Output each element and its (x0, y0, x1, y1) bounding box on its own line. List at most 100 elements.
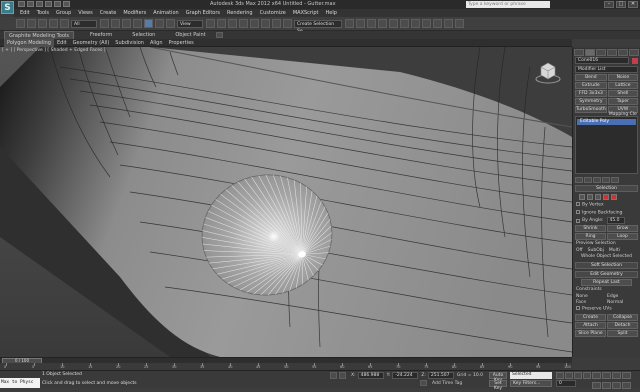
by-angle-checkbox[interactable]: By Angle: 45.0 (576, 217, 637, 224)
edit-geometry-rollout[interactable]: Edit Geometry (575, 271, 638, 278)
modifier-list-dropdown[interactable]: Modifier List (575, 66, 638, 73)
perspective-viewport[interactable]: [ + ] [ Perspective ] [ Shaded + Edged F… (0, 47, 572, 357)
play-icon[interactable] (574, 372, 582, 379)
render-production-icon[interactable] (444, 19, 453, 28)
make-unique-icon[interactable] (593, 177, 601, 183)
modifier-bend-button[interactable]: Bend (575, 74, 607, 81)
keyboard-shortcut-icon[interactable] (228, 19, 237, 28)
grow-button[interactable]: Grow (607, 225, 638, 232)
menu-customize[interactable]: Customize (260, 10, 286, 16)
time-tag-icon[interactable] (420, 380, 427, 386)
edit-named-selection-icon[interactable] (283, 19, 292, 28)
constraint-edge-radio[interactable]: Edge (607, 294, 632, 299)
panel-polygon-modeling[interactable]: Polygon Modeling (4, 38, 54, 47)
select-and-scale-icon[interactable] (166, 19, 175, 28)
zoom-icon[interactable] (592, 372, 601, 379)
by-vertex-checkbox[interactable]: By Vertex (576, 202, 637, 209)
unlink-icon[interactable] (49, 19, 58, 28)
minimize-button[interactable]: – (604, 1, 614, 8)
create-tab-icon[interactable] (574, 48, 584, 56)
select-by-name-icon[interactable] (111, 19, 120, 28)
modifier-extrude-button[interactable]: Extrude (575, 82, 607, 89)
modify-tab-icon[interactable] (585, 48, 595, 56)
modifier-shell-button[interactable]: Shell (607, 90, 638, 97)
next-frame-icon[interactable] (583, 372, 591, 379)
element-icon[interactable] (611, 194, 617, 200)
preview-subobj-radio[interactable]: SubObj (588, 248, 604, 253)
menu-help[interactable]: Help (326, 10, 337, 16)
polygon-icon[interactable] (603, 194, 609, 200)
spinner-snap-icon[interactable] (272, 19, 281, 28)
stack-item-editable-poly[interactable]: Editable Poly (577, 119, 636, 125)
viewport-label[interactable]: [ + ] [ Perspective ] [ Shaded + Edged F… (2, 48, 106, 53)
modifier-turbosmooth-button[interactable]: TurboSmooth (575, 106, 607, 113)
maxscript-listener[interactable]: Max to Physc (0, 378, 40, 388)
zoom-extents-all-icon[interactable] (622, 372, 631, 379)
loop-button[interactable]: Loop (607, 233, 638, 240)
soft-selection-rollout[interactable]: Soft Selection (575, 262, 638, 269)
preserve-uvs-checkbox[interactable]: Preserve UVs (576, 306, 637, 313)
menu-create[interactable]: Create (100, 10, 117, 16)
select-object-icon[interactable] (100, 19, 109, 28)
app-logo[interactable]: S (1, 1, 14, 14)
menu-modifiers[interactable]: Modifiers (123, 10, 146, 16)
save-file-icon[interactable] (36, 1, 43, 7)
panel-properties[interactable]: Properties (166, 39, 197, 47)
ring-button[interactable]: Ring (575, 233, 606, 240)
object-name-field[interactable]: Cone016 (575, 57, 629, 64)
vertex-icon[interactable] (579, 194, 585, 200)
go-to-start-icon[interactable] (556, 372, 564, 379)
key-mode-dropdown[interactable]: Selected (510, 372, 552, 379)
split-button[interactable]: Split (607, 329, 638, 337)
preview-multi-radio[interactable]: Multi (609, 248, 620, 253)
auto-key-button[interactable]: Auto Key (489, 372, 507, 383)
modifier-ffd-button[interactable]: FFD 3x3x3 (575, 90, 607, 97)
ribbon-toggle-icon[interactable] (215, 32, 223, 38)
new-file-icon[interactable] (18, 1, 25, 7)
panel-align[interactable]: Align (147, 39, 166, 47)
material-editor-icon[interactable] (411, 19, 420, 28)
constraint-normal-radio[interactable]: Normal (607, 300, 632, 305)
panel-subdivision[interactable]: Subdivision (112, 39, 147, 47)
configure-sets-icon[interactable] (611, 177, 619, 183)
hold-icon[interactable] (63, 1, 70, 7)
undo-icon[interactable] (16, 19, 25, 28)
utilities-tab-icon[interactable] (629, 48, 639, 56)
select-manipulate-icon[interactable] (217, 19, 226, 28)
link-icon[interactable] (38, 19, 47, 28)
modifier-taper-button[interactable]: Taper (607, 98, 638, 105)
remove-modifier-icon[interactable] (602, 177, 610, 183)
menu-rendering[interactable]: Rendering (227, 10, 253, 16)
collapse-button[interactable]: Collapse (607, 313, 638, 321)
absolute-mode-icon[interactable] (339, 372, 346, 379)
by-angle-field[interactable]: 45.0 (606, 217, 625, 224)
render-iterative-icon[interactable] (455, 19, 464, 28)
set-key-button[interactable]: Set Key (489, 380, 507, 391)
selection-filter-dropdown[interactable]: All (71, 19, 97, 28)
curve-editor-icon[interactable] (389, 19, 398, 28)
named-selection-dropdown[interactable]: Create Selection Se (294, 19, 342, 34)
previous-frame-icon[interactable] (565, 372, 573, 379)
graphite-toggle-icon[interactable] (378, 19, 387, 28)
redo-icon[interactable] (27, 19, 36, 28)
hierarchy-tab-icon[interactable] (596, 48, 606, 56)
pin-stack-icon[interactable] (575, 177, 583, 183)
menu-edit[interactable]: Edit (20, 10, 30, 16)
border-icon[interactable] (595, 194, 601, 200)
motion-tab-icon[interactable] (607, 48, 617, 56)
detach-button[interactable]: Detach (607, 321, 638, 329)
modifier-stack[interactable]: Editable Poly (575, 116, 638, 174)
zoom-all-icon[interactable] (602, 372, 611, 379)
maximize-button[interactable]: □ (616, 1, 626, 8)
menu-group[interactable]: Group (56, 10, 71, 16)
z-coordinate-field[interactable]: 251.507 (427, 372, 454, 379)
modifier-uvw-mapping-button[interactable]: UVW Mapping Cle (607, 106, 638, 117)
close-button[interactable]: ✕ (628, 1, 638, 8)
x-coordinate-field[interactable]: 486.988 (357, 372, 384, 379)
selection-rollout[interactable]: Selection (575, 185, 638, 192)
y-coordinate-field[interactable]: -24.224 (392, 372, 419, 379)
current-frame-field[interactable]: 0 (556, 380, 576, 387)
key-filters-button[interactable]: Key Filters... (510, 380, 552, 387)
constraint-none-radio[interactable]: None (576, 294, 601, 299)
show-end-result-icon[interactable] (584, 177, 592, 183)
